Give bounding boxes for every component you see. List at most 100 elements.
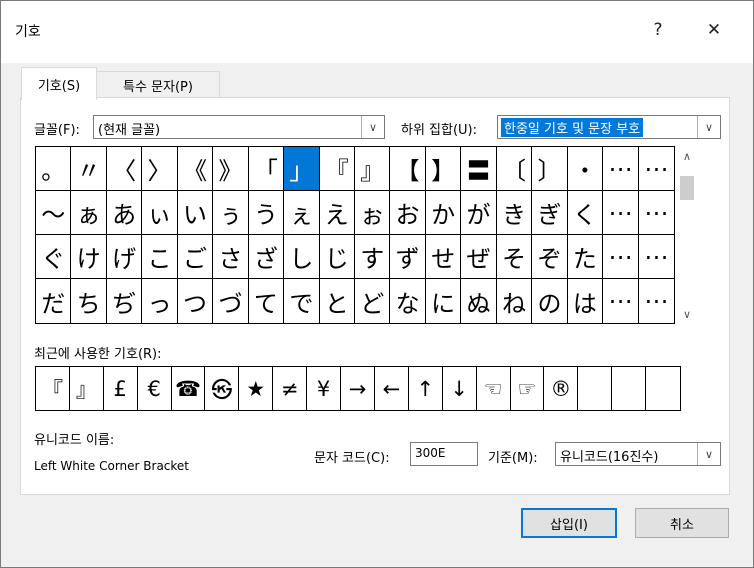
symbol-cell[interactable]: こ [142,235,178,279]
recent-symbol-cell[interactable]: ® [544,367,579,410]
symbol-cell[interactable]: ⋯ [603,147,639,191]
symbol-cell[interactable]: な [390,279,426,323]
recent-symbol-cell[interactable]: ㉿ [205,367,240,410]
symbol-cell[interactable]: が [461,191,497,235]
symbol-cell[interactable]: 〓 [461,147,497,191]
symbol-cell[interactable]: ⋯ [638,235,674,279]
symbol-cell[interactable]: ぞ [532,235,568,279]
symbol-cell[interactable]: 【 [390,147,426,191]
symbol-cell[interactable]: 》 [213,147,249,191]
symbol-cell[interactable]: ぐ [36,235,72,279]
symbol-cell[interactable]: ち [71,279,107,323]
symbol-cell[interactable]: づ [213,279,249,323]
symbol-cell[interactable]: ⋯ [639,279,674,323]
symbol-cell[interactable]: 〈 [106,147,143,191]
recent-symbol-cell[interactable]: ↓ [443,367,477,410]
symbol-cell[interactable]: し [284,235,320,279]
recent-symbol-cell[interactable]: ≠ [273,367,308,410]
recent-symbol-cell[interactable]: € [138,367,172,410]
symbol-cell[interactable]: ぢ [107,279,143,323]
chevron-down-icon[interactable]: ∨ [697,443,720,465]
symbol-cell[interactable]: 「 [248,147,285,191]
symbol-cell[interactable]: ず [390,235,426,279]
recent-symbol-cell[interactable] [612,367,647,410]
symbol-cell[interactable]: あ [106,191,143,235]
symbol-cell[interactable]: っ [142,279,178,323]
symbol-cell[interactable]: ぁ [71,191,107,235]
symbol-cell[interactable]: う [248,191,285,235]
symbol-cell[interactable]: ⋯ [603,279,639,323]
symbol-cell[interactable]: じ [319,235,355,279]
symbol-cell[interactable]: ⋯ [638,191,674,235]
recent-symbol-cell[interactable]: ★ [239,367,274,410]
symbol-cell[interactable]: ご [177,235,214,279]
symbol-cell[interactable]: 】 [425,147,462,191]
tab-special-characters[interactable]: 특수 문자(P) [96,71,220,98]
symbol-cell[interactable]: ⋯ [603,191,639,235]
recent-symbol-cell[interactable] [578,367,613,410]
symbol-cell[interactable]: は [568,279,604,323]
symbol-cell[interactable]: ぬ [461,279,497,323]
symbol-cell[interactable]: 『 [319,147,355,191]
symbol-cell[interactable]: ぜ [461,235,497,279]
symbol-cell[interactable]: か [425,191,462,235]
recent-symbol-cell[interactable]: → [341,367,375,410]
recent-symbol-cell[interactable]: ← [375,367,409,410]
symbol-cell[interactable]: ざ [248,235,285,279]
symbol-cell[interactable]: つ [178,279,214,323]
symbol-cell[interactable]: そ [496,235,533,279]
scroll-up-icon[interactable]: ∧ [677,146,697,166]
base-combobox[interactable]: 유니코드(16진수) ∨ [555,442,721,466]
insert-button[interactable]: 삽입(I) [521,508,617,538]
char-code-input[interactable]: 300E [410,442,478,466]
recent-symbol-cell[interactable]: ↑ [409,367,443,410]
close-button[interactable]: ✕ [697,15,731,45]
symbol-grid-scrollbar[interactable]: ∧ ∨ [677,146,697,324]
recent-symbol-cell[interactable]: ☞ [511,367,545,410]
symbol-cell[interactable]: け [71,235,107,279]
symbol-cell[interactable]: ぅ [213,191,249,235]
symbol-cell[interactable]: の [532,279,568,323]
symbol-cell[interactable]: ・ [567,147,604,191]
symbol-cell[interactable]: さ [213,235,249,279]
tab-symbols[interactable]: 기호(S) [21,67,97,100]
symbol-cell[interactable]: 〜 [36,191,72,235]
symbol-cell[interactable]: お [390,191,426,235]
recent-symbol-cell[interactable]: ☎ [172,367,206,410]
symbol-cell[interactable]: 〕 [532,147,568,191]
recent-symbol-cell[interactable]: ☜ [477,367,511,410]
symbol-cell[interactable]: 」 [284,147,320,191]
symbol-cell[interactable]: 〔 [496,147,533,191]
symbol-cell[interactable]: て [249,279,285,323]
help-button[interactable]: ? [641,15,675,45]
recent-symbol-cell[interactable]: ¥ [307,367,342,410]
symbol-cell[interactable]: 《 [177,147,214,191]
subset-combobox[interactable]: 한중일 기호 및 문장 부호 ∨ [497,115,721,139]
symbol-cell[interactable]: ね [497,279,533,323]
symbol-cell[interactable]: す [354,235,391,279]
symbol-cell[interactable]: に [426,279,462,323]
symbol-cell[interactable]: ⋯ [638,147,674,191]
chevron-down-icon[interactable]: ∨ [361,116,384,138]
symbol-cell[interactable]: た [567,235,604,279]
symbol-cell[interactable]: え [319,191,355,235]
symbol-cell[interactable]: 〃 [71,147,107,191]
recent-symbol-cell[interactable] [646,367,680,410]
symbol-cell[interactable]: ⋯ [603,235,639,279]
symbol-cell[interactable]: だ [36,279,72,323]
scroll-down-icon[interactable]: ∨ [677,304,697,324]
chevron-down-icon[interactable]: ∨ [697,116,720,138]
symbol-cell[interactable]: 。 [36,147,72,191]
cancel-button[interactable]: 취소 [635,508,729,538]
recent-symbol-cell[interactable]: 』 [70,367,104,410]
symbol-cell[interactable]: ぃ [142,191,178,235]
font-combobox[interactable]: (현재 글꼴) ∨ [93,115,385,139]
symbol-cell[interactable]: ぎ [532,191,568,235]
symbol-cell[interactable]: と [320,279,355,323]
symbol-cell[interactable]: い [177,191,214,235]
symbol-cell[interactable]: ど [355,279,391,323]
symbol-cell[interactable]: ぉ [354,191,391,235]
symbol-cell[interactable]: き [496,191,533,235]
symbol-cell[interactable]: げ [106,235,143,279]
recent-symbol-cell[interactable]: 『 [36,367,70,410]
